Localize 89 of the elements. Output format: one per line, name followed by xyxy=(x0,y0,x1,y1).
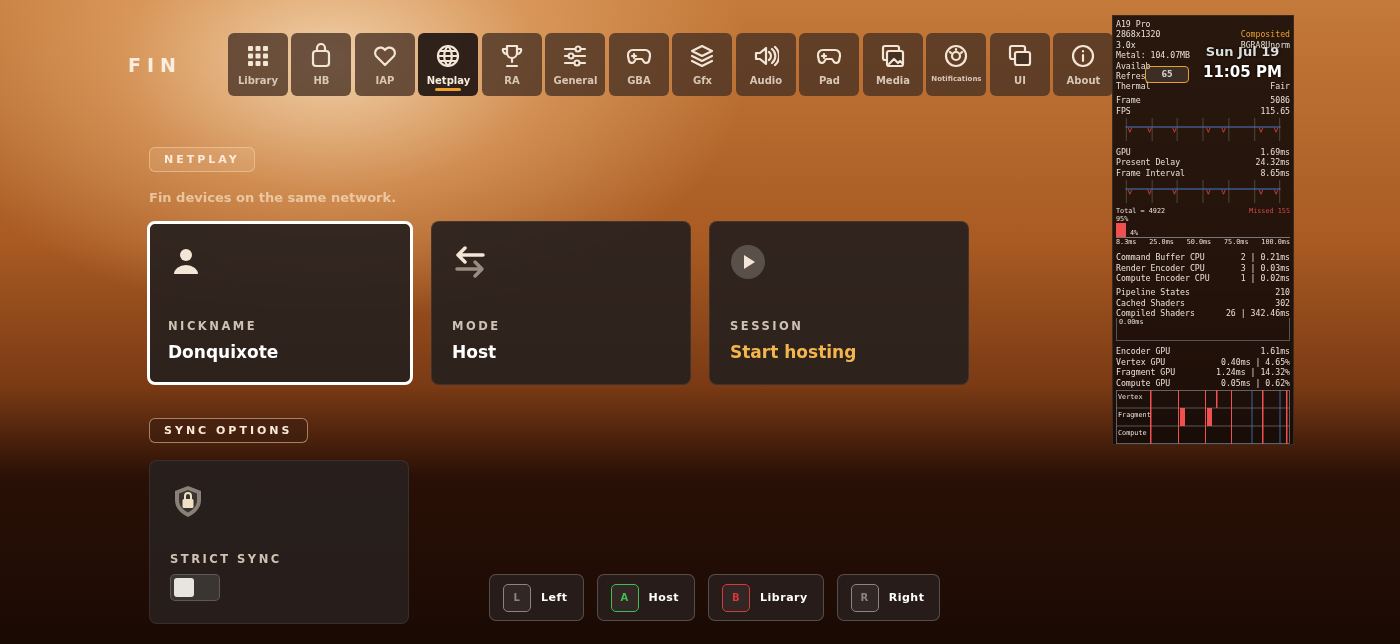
metric-label: Frame xyxy=(1116,95,1141,106)
setting-card[interactable]: SESSION Start hosting xyxy=(709,221,969,385)
histogram-bar xyxy=(1116,223,1126,238)
selected-underline xyxy=(435,88,462,91)
speaker-icon xyxy=(752,43,779,69)
settings-tab[interactable]: Media xyxy=(862,33,923,96)
card-value: Host xyxy=(452,342,497,362)
settings-tab[interactable]: GBA xyxy=(608,33,669,96)
section-heading: NETPLAY xyxy=(149,147,255,172)
metric-label: Frame Interval xyxy=(1116,167,1185,179)
metric-label: Pipeline States xyxy=(1116,287,1190,298)
metric-value: 1.61ms xyxy=(1260,346,1290,357)
control-hint-button[interactable]: L Left xyxy=(489,574,584,621)
play-circle-icon xyxy=(730,244,766,280)
settings-tab[interactable]: General xyxy=(545,33,606,96)
button-key: B xyxy=(722,583,751,612)
windows-icon xyxy=(1006,43,1033,69)
metric-value: 1.69ms xyxy=(1260,146,1290,158)
metric-value: 302 xyxy=(1275,297,1290,308)
control-hint-button[interactable]: B Library xyxy=(708,574,824,621)
metric-value: 26 | 342.46ms xyxy=(1225,307,1290,319)
metric-label: Compiled Shaders xyxy=(1116,307,1195,319)
metric-value: 8.65ms xyxy=(1260,167,1290,179)
metric-label: Compute Encoder CPU xyxy=(1116,273,1210,284)
metric-label: Present Delay xyxy=(1116,157,1181,168)
button-key: R xyxy=(850,583,879,612)
metric-label: A19 Pro xyxy=(1116,19,1151,30)
settings-tab[interactable]: Library xyxy=(227,33,288,96)
metric-label: 2868x1320 xyxy=(1116,29,1161,40)
settings-tab[interactable]: IAP xyxy=(354,33,415,96)
settings-tab[interactable]: Pad xyxy=(799,33,860,96)
setting-card[interactable]: NICKNAME Donquixote xyxy=(147,221,413,385)
card-value: Start hosting xyxy=(730,342,857,362)
settings-tab[interactable]: Gfx xyxy=(672,33,733,96)
metric-label: Vertex GPU xyxy=(1116,356,1166,368)
button-key: L xyxy=(503,583,531,612)
card-label: MODE xyxy=(452,319,501,333)
metric-label: GPU xyxy=(1116,146,1131,158)
metric-value: 1.24ms | 14.32% xyxy=(1216,367,1290,378)
card-label: NICKNAME xyxy=(168,319,258,333)
sliders-icon xyxy=(562,43,589,69)
section-description: Fin devices on the same network. xyxy=(149,190,397,205)
settings-tab[interactable]: RA xyxy=(481,33,542,96)
metric-label: Encoder GPU xyxy=(1116,346,1171,357)
metric-label: Compute GPU xyxy=(1116,377,1171,388)
metric-label: Cached Shaders xyxy=(1116,297,1185,308)
clock-time: 11:05 PM xyxy=(1203,63,1282,81)
layers-icon xyxy=(689,43,716,69)
setting-card[interactable]: MODE Host xyxy=(431,221,691,385)
card-value: Donquixote xyxy=(168,342,279,362)
metric-value: Composited xyxy=(1240,29,1290,40)
metric-label: Command Buffer CPU xyxy=(1116,252,1205,263)
setting-card[interactable]: STRICT SYNC xyxy=(149,460,409,624)
swap-arrows-icon xyxy=(452,244,488,280)
metric-value: 2 | 0.21ms xyxy=(1240,252,1290,263)
metric-label: 3.0x xyxy=(1116,39,1136,51)
settings-tab[interactable]: UI xyxy=(989,33,1050,96)
control-hint-button[interactable]: A Host xyxy=(596,574,696,621)
metric-label: Fragment GPU xyxy=(1116,367,1176,378)
globe-icon xyxy=(435,43,462,69)
metric-value: Fair xyxy=(1270,81,1290,92)
metric-value: 1 | 0.02ms xyxy=(1240,273,1290,284)
settings-tab[interactable]: Netplay xyxy=(418,33,479,96)
photos-icon xyxy=(879,43,906,69)
button-key: A xyxy=(610,583,639,612)
app-logo: FIN xyxy=(128,53,182,76)
metric-label: Refres xyxy=(1116,71,1146,82)
option-label: STRICT SYNC xyxy=(170,552,282,566)
gauge-icon xyxy=(943,43,970,69)
metric-value: 24.32ms xyxy=(1255,157,1290,168)
metric-label: Render Encoder CPU xyxy=(1116,262,1205,274)
metric-label: FPS xyxy=(1116,105,1131,117)
metric-value: 5086 xyxy=(1270,95,1290,106)
card-label: SESSION xyxy=(730,319,804,333)
toggle-switch[interactable] xyxy=(170,574,220,601)
settings-tab[interactable]: About xyxy=(1053,33,1114,96)
metric-label: Metal: 104.07MB xyxy=(1116,50,1190,61)
heart-icon xyxy=(371,43,398,69)
info-icon xyxy=(1070,43,1097,69)
settings-tab[interactable]: HB xyxy=(291,33,352,96)
metric-value: 0.05ms | 0.62% xyxy=(1221,377,1290,388)
metric-value: 115.65 xyxy=(1260,105,1290,117)
control-hint-button[interactable]: R Right xyxy=(836,574,941,621)
metric-value: 3 | 0.03ms xyxy=(1240,262,1290,274)
metric-value: 210 xyxy=(1275,287,1290,298)
settings-tab[interactable]: Audio xyxy=(735,33,796,96)
section-heading: SYNC OPTIONS xyxy=(149,418,308,443)
metric-label: Thermal xyxy=(1116,81,1151,92)
metric-value: 0.40ms | 4.65% xyxy=(1221,356,1290,368)
